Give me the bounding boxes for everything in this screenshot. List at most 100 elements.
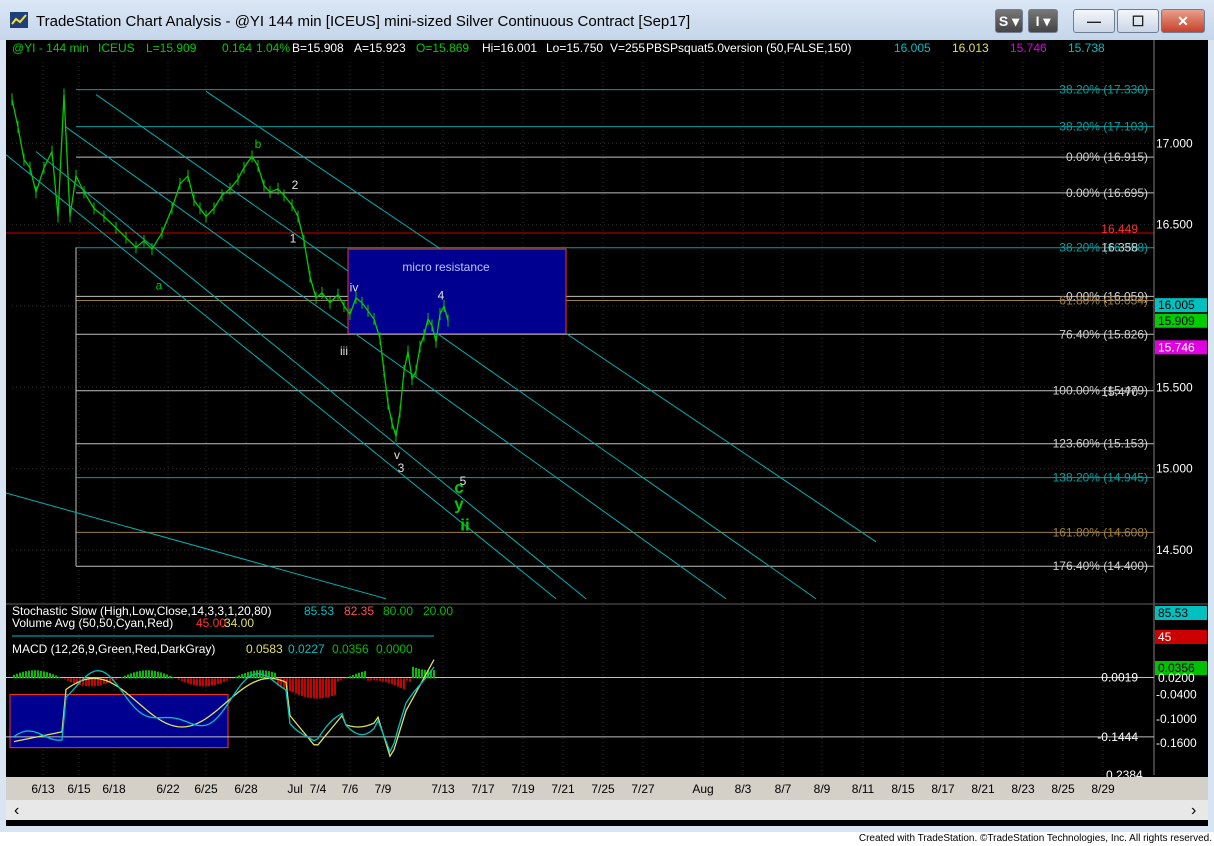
date-axis-label: 8/17 (931, 782, 955, 796)
wave-label: a (156, 279, 163, 293)
date-axis-label: 7/19 (511, 782, 535, 796)
fib-level-label: 38.20% (17.103) (1059, 120, 1148, 134)
date-axis-label: 6/15 (67, 782, 91, 796)
macd-axis-tick-label: -0.0400 (1156, 688, 1197, 702)
header-field: 16.005 (894, 41, 931, 55)
wave-label: 1 (290, 232, 297, 246)
window-title: TradeStation Chart Analysis - @YI 144 mi… (36, 13, 691, 30)
date-axis-label: 7/21 (551, 782, 575, 796)
title-bar[interactable]: TradeStation Chart Analysis - @YI 144 mi… (0, 0, 1214, 40)
maximize-button[interactable]: ☐ (1117, 9, 1159, 33)
date-axis-label: 7/4 (310, 782, 327, 796)
date-axis-label: 8/21 (971, 782, 995, 796)
header-field: @YI - 144 min (12, 41, 89, 55)
header-field: Hi=16.001 (482, 41, 537, 55)
stochastic-value: 80.00 (383, 604, 413, 618)
wave-label: b (255, 137, 262, 151)
date-axis-label: 6/25 (194, 782, 218, 796)
fib-level-label: 61.80% (16.034) (1059, 293, 1148, 307)
date-axis-label: 8/23 (1011, 782, 1035, 796)
chart-area[interactable]: micro resistance 38.20% (17.330) 38.20% (1… (6, 40, 1208, 826)
macd-level-label: -0.1444 (1097, 730, 1138, 744)
fib-level-label: 38.20% (17.330) (1059, 83, 1148, 97)
header-field: L=15.909 (146, 41, 197, 55)
volume-tag-label: 45 (1158, 630, 1172, 644)
date-axis-label: 6/13 (31, 782, 55, 796)
stochastic-tag-label: 85.53 (1158, 606, 1188, 620)
header-field: 15.738 (1068, 41, 1105, 55)
price-axis-tick-label: 15.000 (1156, 462, 1193, 476)
date-axis-label: 8/9 (814, 782, 831, 796)
chart-window: TradeStation Chart Analysis - @YI 144 mi… (0, 0, 1214, 832)
fib-level-label: 123.60% (15.153) (1053, 437, 1148, 451)
wave-label: v (394, 448, 400, 462)
header-field: PBSPsquat5.0version (50,FALSE,150) (646, 41, 851, 55)
fib-level-label: 0.00% (16.915) (1066, 150, 1148, 164)
date-axis-label: 6/28 (234, 782, 258, 796)
date-axis-label: 7/9 (375, 782, 392, 796)
macd-value: 0.0356 (332, 642, 369, 656)
stochastic-value: 20.00 (423, 604, 453, 618)
header-field: Lo=15.750 (546, 41, 603, 55)
wave-label: 3 (398, 461, 405, 475)
wave-label: iii (340, 344, 348, 358)
volume-avg-label: Volume Avg (50,50,Cyan,Red) (12, 616, 173, 630)
micro-resistance-label: micro resistance (402, 260, 490, 274)
date-axis-label: 7/13 (431, 782, 455, 796)
macd-label: MACD (12,26,9,Green,Red,DarkGray) (12, 642, 215, 656)
price-tag-label: 15.909 (1158, 314, 1195, 328)
header-field: B=15.908 (292, 41, 344, 55)
footer: Created with TradeStation. ©TradeStation… (0, 832, 1214, 846)
date-axis-label: 7/27 (631, 782, 655, 796)
date-axis-label: 7/6 (342, 782, 359, 796)
minimize-button[interactable]: — (1073, 9, 1115, 33)
date-axis-label: 7/17 (471, 782, 495, 796)
stochastic-value: 85.53 (304, 604, 334, 618)
indicator-label: I (1035, 13, 1040, 29)
fib-level-label: 138.20% (14.945) (1053, 471, 1148, 485)
wave-label: ii (460, 515, 469, 534)
price-tag-label: 15.746 (1158, 340, 1195, 354)
header-field: V=255 (610, 41, 645, 55)
macd-axis-tick-label: 0.0200 (1158, 671, 1195, 685)
price-chart[interactable]: micro resistance 38.20% (17.330) 38.20% (1… (6, 40, 1208, 826)
header-field: 16.013 (952, 41, 989, 55)
header-field: ICEUS (98, 41, 135, 55)
price-axis-tick-label: 16.500 (1156, 218, 1193, 232)
date-axis-label: 8/7 (775, 782, 792, 796)
close-button[interactable]: ✕ (1161, 9, 1205, 33)
header-field: 1.04% (256, 41, 290, 55)
stochastic-value: 82.35 (344, 604, 374, 618)
volume-avg-value: 34.00 (224, 616, 254, 630)
price-level-label: 16.449 (1101, 222, 1138, 236)
date-axis-label: 8/29 (1091, 782, 1115, 796)
styles-menu-button[interactable]: S ▾ (995, 9, 1023, 33)
wave-label: 4 (438, 288, 445, 302)
fib-level-label: 176.40% (14.400) (1053, 559, 1148, 573)
header-field: A=15.923 (354, 41, 406, 55)
macd-value: 0.0000 (376, 642, 413, 656)
fib-level-label: 76.40% (15.826) (1059, 327, 1148, 341)
wave-label: 2 (292, 178, 299, 192)
macd-value: 0.0583 (246, 642, 283, 656)
price-level-label: 16.358 (1101, 241, 1138, 255)
date-axis-label: Aug (692, 782, 713, 796)
fib-level-label: 0.00% (16.695) (1066, 186, 1148, 200)
date-axis-label: 8/11 (852, 782, 875, 796)
macd-level-label: 0.0019 (1101, 671, 1138, 685)
horizontal-scrollbar[interactable] (6, 800, 1208, 820)
price-level-label: 15.470 (1101, 385, 1138, 399)
tradestation-app-icon (10, 12, 28, 28)
scroll-right-arrow: › (1191, 802, 1196, 819)
fib-level-label: 161.80% (14.608) (1053, 525, 1148, 539)
header-field: 15.746 (1010, 41, 1047, 55)
credit-text: Created with TradeStation. ©TradeStation… (858, 833, 1212, 844)
indicator-menu-button[interactable]: I ▾ (1028, 9, 1058, 33)
price-tag-label: 16.005 (1158, 298, 1195, 312)
macd-axis-tick-label: -0.1000 (1156, 712, 1197, 726)
date-axis-label: 8/3 (735, 782, 752, 796)
date-axis-label: 8/25 (1051, 782, 1075, 796)
price-axis-tick-label: 17.000 (1156, 136, 1193, 150)
macd-highlight-box (9, 694, 229, 749)
date-axis-label: 8/15 (891, 782, 915, 796)
